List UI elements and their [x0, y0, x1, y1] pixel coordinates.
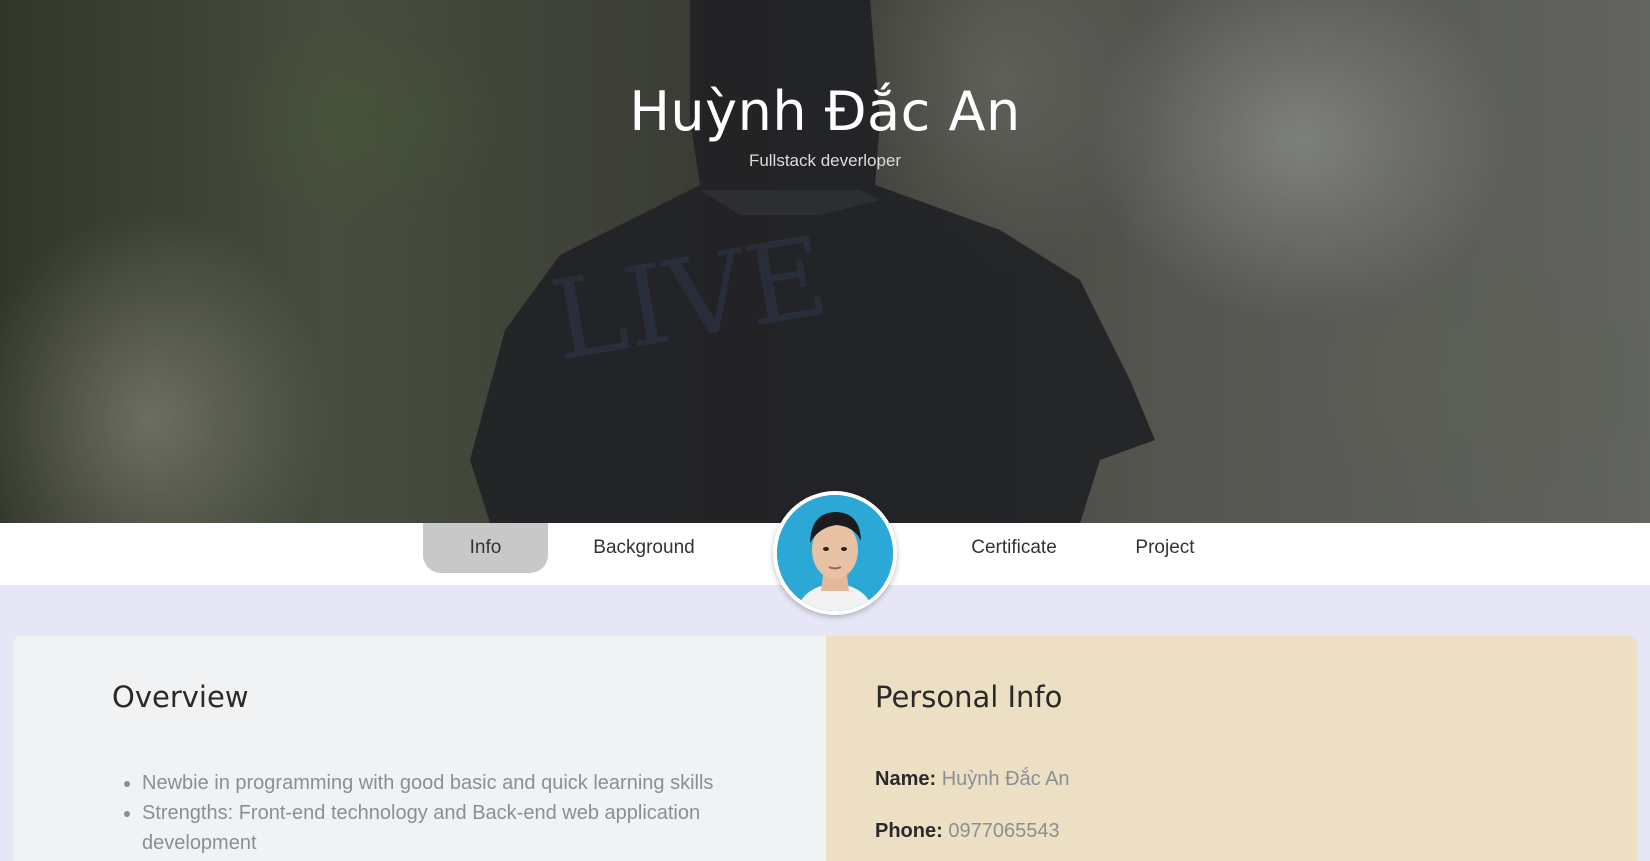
hero-job-title: Fullstack deverloper — [748, 151, 902, 170]
info-phone-row: Phone: 0977065543 — [875, 820, 1060, 843]
hero-banner: LIVE Huỳnh Đắc An Fullstack deverloper — [0, 0, 1650, 523]
info-name-label: Name: — [875, 768, 937, 790]
hero-overlay — [0, 0, 1650, 523]
overview-list: Newbie in programming with good basic an… — [142, 768, 762, 858]
overview-heading: Overview — [112, 680, 249, 714]
avatar[interactable] — [773, 491, 897, 615]
hero-name: Huỳnh Đắc An — [629, 80, 1021, 143]
tab-info[interactable]: Info — [423, 523, 548, 573]
tab-certificate[interactable]: Certificate — [955, 523, 1073, 573]
info-phone-label: Phone: — [875, 820, 943, 842]
personal-info-heading: Personal Info — [875, 680, 1063, 714]
list-item: Strengths: Front-end technology and Back… — [142, 798, 762, 858]
avatar-photo — [777, 495, 893, 611]
list-item: Newbie in programming with good basic an… — [142, 768, 762, 798]
tab-project[interactable]: Project — [1120, 523, 1210, 573]
info-name-value: Huỳnh Đắc An — [941, 768, 1070, 790]
tab-background[interactable]: Background — [570, 523, 718, 573]
info-name-row: Name: Huỳnh Đắc An — [875, 768, 1070, 791]
info-phone-value: 0977065543 — [948, 820, 1060, 842]
